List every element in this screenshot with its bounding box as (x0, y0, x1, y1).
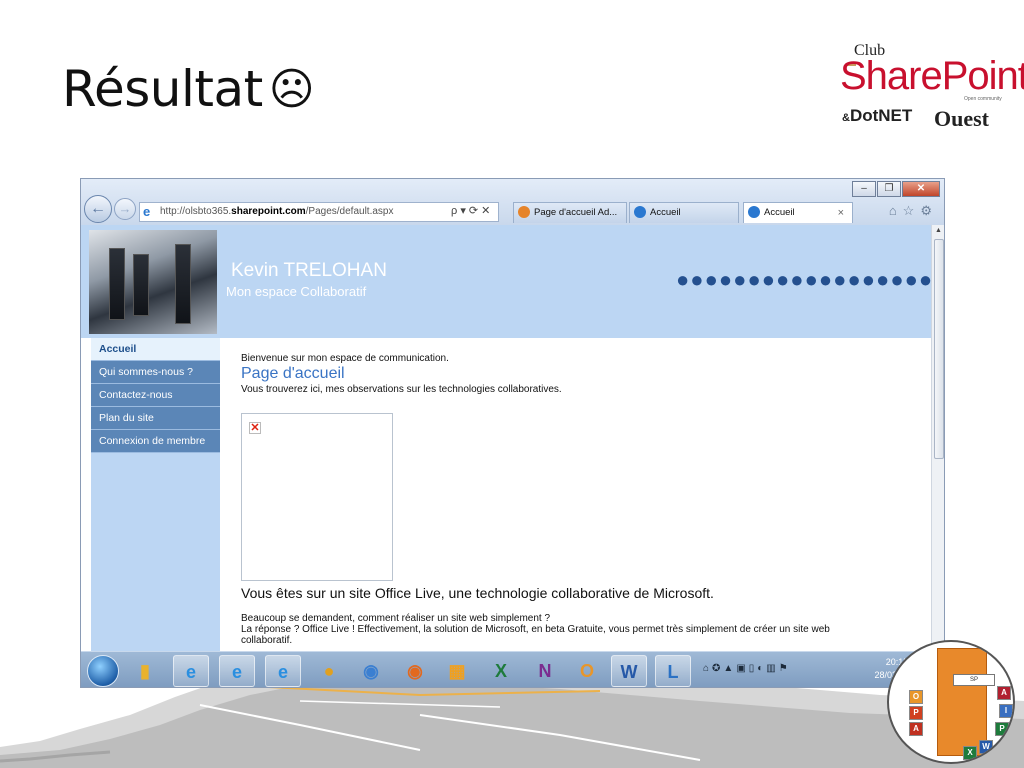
club-sharepoint-logo: Club SharePoint Open community &DotNET O… (836, 42, 1024, 134)
logo-tagline: Open community (964, 96, 1002, 102)
address-tools[interactable]: ρ ▾ ⟳ ✕ (451, 202, 490, 222)
app-grid-icon[interactable]: ▦ (439, 655, 475, 687)
sad-face-icon: ☹ (268, 64, 315, 115)
access-mini-icon: A (909, 722, 923, 736)
window-controls: – ❐ ✕ (851, 181, 940, 197)
lync-icon[interactable]: L (655, 655, 691, 687)
page-content: Bienvenue sur mon espace de communicatio… (241, 353, 921, 646)
address-prefix: http://olsbto365. (160, 206, 232, 217)
logo-sharepoint: SharePoint (840, 54, 1024, 98)
page-viewport: Kevin TRELOHAN Mon espace Collaboratif ●… (81, 225, 931, 665)
ie-icon (748, 206, 760, 218)
maximize-button[interactable]: ❐ (877, 181, 901, 197)
paragraph-line: La réponse ? Office Live ! Effectivement… (241, 624, 830, 635)
word-icon[interactable]: W (611, 655, 647, 687)
browser-titlebar: – ❐ ✕ ← → e http://olsbto365.sharepoint.… (81, 179, 944, 225)
address-bar[interactable]: e http://olsbto365.sharepoint.com/Pages/… (139, 202, 499, 222)
office-live-text: Vous êtes sur un site Office Live, une t… (241, 585, 714, 601)
infopath-mini-icon: I (999, 704, 1013, 718)
slide-title: Résultat ☹ (62, 60, 315, 118)
tab-page-accueil-admin[interactable]: Page d'accueil Ad... (513, 202, 627, 223)
outlook-mini-icon: O (909, 690, 923, 704)
back-button[interactable]: ← (84, 195, 112, 223)
tab-label: Accueil (764, 207, 795, 218)
address-path: /Pages/default.aspx (305, 206, 394, 217)
intro-paragraph: Beaucoup se demandent, comment réaliser … (241, 613, 921, 646)
paragraph-line: collaboratif. (241, 635, 293, 646)
tab-label: Accueil (650, 207, 681, 218)
outlook-icon[interactable]: O (569, 655, 605, 687)
page-heading: Page d'accueil (241, 365, 345, 382)
site-navigation: Accueil Qui sommes-nous ? Contactez-nous… (91, 338, 220, 665)
server-room-photo (89, 230, 217, 334)
nav-item-contactez-nous[interactable]: Contactez-nous (91, 384, 220, 407)
ie-icon[interactable]: e (219, 655, 255, 687)
tab-accueil[interactable]: Accueil (629, 202, 739, 223)
explorer-icon[interactable]: ▮ (127, 655, 163, 687)
browser-toolbar-icons[interactable]: ⌂☆⚙ (889, 203, 938, 219)
forward-button[interactable]: → (114, 198, 136, 220)
start-button[interactable] (87, 655, 119, 687)
logo-ouest: Ouest (934, 106, 989, 131)
ie-icon[interactable]: e (265, 655, 301, 687)
ie-icon (634, 206, 646, 218)
tab-label: Page d'accueil Ad... (534, 207, 618, 218)
nav-item-plan-du-site[interactable]: Plan du site (91, 407, 220, 430)
owner-subtitle: Mon espace Collaboratif (226, 284, 367, 299)
logo-dotnet: &DotNET (842, 106, 913, 125)
nav-item-accueil[interactable]: Accueil (91, 338, 220, 361)
paragraph-line: Beaucoup se demandent, comment réaliser … (241, 613, 551, 624)
tab-close-icon[interactable]: × (838, 203, 844, 223)
vertical-scrollbar[interactable]: ▲ ▼ (931, 225, 944, 665)
system-tray-icons[interactable]: ⌂✪▲▣▯◐▥⚑ (703, 663, 791, 674)
welcome-text: Bienvenue sur mon espace de communicatio… (241, 353, 449, 364)
excel-icon[interactable]: X (483, 655, 519, 687)
scroll-up-icon[interactable]: ▲ (935, 227, 942, 234)
decorative-dots: ●●●●●●●●●●●●●●●●●● (676, 267, 931, 292)
nav-item-connexion-membre[interactable]: Connexion de membre (91, 430, 220, 453)
site-header: Kevin TRELOHAN Mon espace Collaboratif ●… (81, 225, 931, 338)
project-mini-icon: P (995, 722, 1009, 736)
image-placeholder: ✕ (241, 413, 393, 581)
sharepoint-mini-icon: SP (953, 674, 995, 686)
windows-taskbar: ▮ e e e ● ◉ ◉ ▦ X N O W L ⌂✪▲▣▯◐▥⚑ 20:15… (81, 651, 944, 687)
scrollbar-thumb[interactable] (934, 239, 944, 459)
sharepoint-badge-logo: SP O P A A I P W X (887, 640, 1015, 764)
slide-title-text: Résultat (62, 60, 263, 118)
broken-image-icon: ✕ (249, 422, 261, 434)
firefox-icon[interactable]: ◉ (397, 655, 433, 687)
access-mini-icon: A (997, 686, 1011, 700)
tab-accueil-active[interactable]: Accueil × (743, 202, 853, 223)
ie-icon[interactable]: e (173, 655, 209, 687)
media-player-icon[interactable]: ◉ (353, 655, 389, 687)
excel-mini-icon: X (963, 746, 977, 760)
tab-icon (518, 206, 530, 218)
nav-item-qui-sommes-nous[interactable]: Qui sommes-nous ? (91, 361, 220, 384)
close-button[interactable]: ✕ (902, 181, 940, 197)
owner-name: Kevin TRELOHAN (231, 260, 387, 281)
word-mini-icon: W (979, 740, 993, 754)
browser-window: – ❐ ✕ ← → e http://olsbto365.sharepoint.… (80, 178, 945, 688)
ie-icon: e (143, 204, 151, 219)
powerpoint-mini-icon: P (909, 706, 923, 720)
onenote-icon[interactable]: N (527, 655, 563, 687)
chrome-icon[interactable]: ● (311, 655, 347, 687)
address-host: sharepoint.com (231, 206, 306, 217)
minimize-button[interactable]: – (852, 181, 876, 197)
page-description: Vous trouverez ici, mes observations sur… (241, 384, 562, 395)
